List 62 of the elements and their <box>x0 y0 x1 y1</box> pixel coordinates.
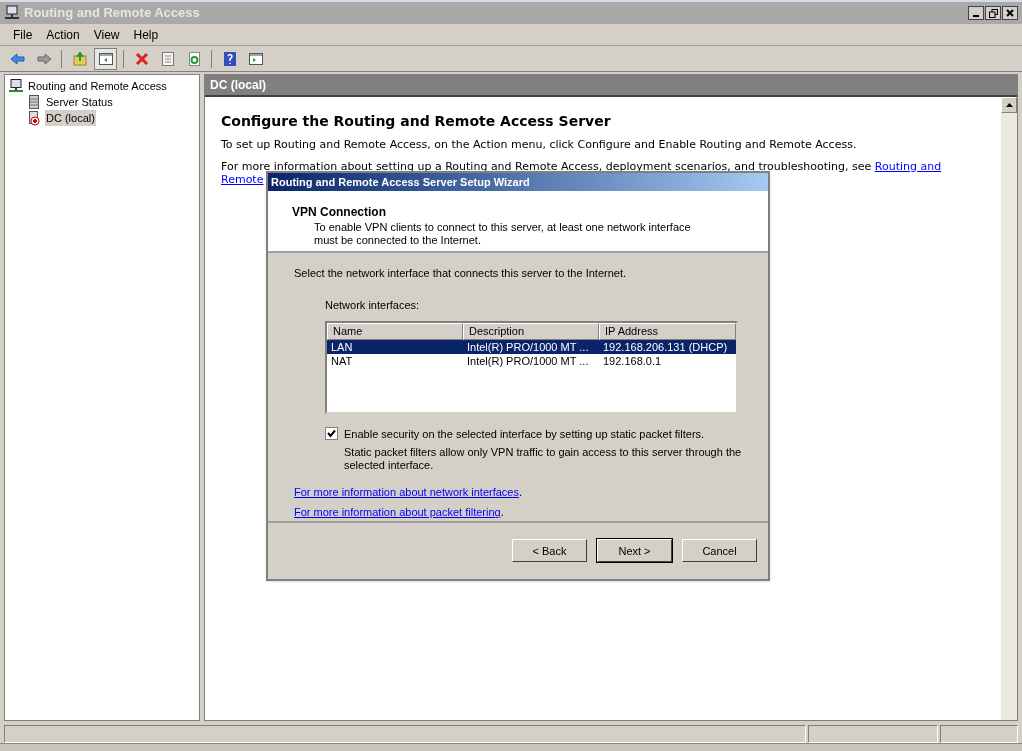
page-title: VPN Connection <box>292 203 387 221</box>
column-header[interactable]: Name <box>327 323 463 341</box>
info-text: For more information about setting up a Routing and Remote Access, deployment scenarios, and troubleshooting, see <box>221 159 872 173</box>
list-cell-text: LAN <box>330 340 354 355</box>
help-icon <box>221 50 238 67</box>
menu-item[interactable]: File <box>6 24 40 45</box>
column-header[interactable]: IP Address <box>599 323 736 341</box>
menu-item[interactable]: View <box>86 24 127 45</box>
toolbar-button[interactable] <box>94 47 117 70</box>
help-link[interactable]: For more information about network interfaces <box>294 485 519 498</box>
minimize-icon <box>973 15 979 17</box>
close-icon <box>1006 9 1014 17</box>
help-link[interactable]: Routing and <box>874 159 942 173</box>
computer-icon <box>4 5 20 21</box>
server-icon <box>26 94 42 110</box>
list-label: Network interfaces: <box>325 297 421 313</box>
up-arrow-icon <box>1005 103 1013 107</box>
server-icon <box>26 110 42 126</box>
pane-title: DC (local) <box>210 77 266 94</box>
window-title: Routing and Remote Access <box>24 4 200 23</box>
properties-icon <box>159 50 176 67</box>
instruction-text: Select the network interface that connects this server to the Internet. <box>294 266 627 282</box>
back-arrow-icon <box>9 50 26 67</box>
wizard-button[interactable]: Cancel <box>682 539 757 563</box>
help-link[interactable]: Remote <box>221 172 264 186</box>
tree-item[interactable]: DC (local) <box>45 109 96 127</box>
period-text: . <box>519 485 523 498</box>
page-subtitle: To enable VPN clients to connect to this server, at least one network interface must be connected to the Internet. <box>313 220 692 247</box>
column-header[interactable]: Description <box>463 323 599 341</box>
page-heading: Configure the Routing and Remote Access Server <box>221 112 612 131</box>
wizard-button[interactable]: < Back <box>512 539 587 563</box>
list-cell-text: NAT <box>330 354 354 369</box>
list-cell-text: Intel(R) PRO/1000 MT ... <box>466 354 590 369</box>
scroll-up-button[interactable] <box>1001 97 1017 113</box>
menu-item[interactable]: Help <box>126 24 166 45</box>
list-row[interactable]: LAN Intel(R) PRO/1000 MT ... 192.168.206.131 (DHCP) <box>327 340 736 355</box>
checkbox[interactable] <box>325 427 338 441</box>
list-cell-text: 192.168.206.131 (DHCP) <box>602 340 729 355</box>
list-cell-text: Intel(R) PRO/1000 MT ... <box>466 340 590 355</box>
delete-icon <box>133 50 150 67</box>
checkbox-label: Enable security on the selected interface by setting up static packet filters. <box>344 427 706 443</box>
tree-item[interactable]: Routing and Remote Access <box>27 77 168 95</box>
forward-arrow-icon <box>35 50 52 67</box>
intro-text: To set up Routing and Remote Access, on the Action menu, click Configure and Enable Routing and Remote Access. <box>221 137 858 153</box>
panel-icon <box>97 50 114 67</box>
panel-icon <box>247 50 264 67</box>
checkbox-note: Static packet filters allow only VPN traffic to gain access to this server through the selected interface. <box>344 445 743 472</box>
minimize-button[interactable] <box>968 6 984 20</box>
check-icon <box>327 429 336 439</box>
list-row[interactable]: NAT Intel(R) PRO/1000 MT ... 192.168.0.1 <box>327 354 736 369</box>
restore-icon <box>988 8 998 18</box>
tree-item[interactable]: Server Status <box>45 93 114 111</box>
help-link[interactable]: For more information about packet filtering <box>294 506 501 519</box>
computer-icon <box>8 78 24 94</box>
menu-item[interactable]: Action <box>39 24 87 45</box>
list-cell-text: 192.168.0.1 <box>602 354 663 369</box>
period-text: . <box>500 506 504 519</box>
close-button[interactable] <box>1002 6 1018 20</box>
dialog-title: Routing and Remote Access Server Setup Wizard <box>271 174 530 190</box>
wizard-button[interactable]: Next > <box>597 539 672 563</box>
folder-icon <box>71 50 88 67</box>
restore-button[interactable] <box>985 6 1001 20</box>
